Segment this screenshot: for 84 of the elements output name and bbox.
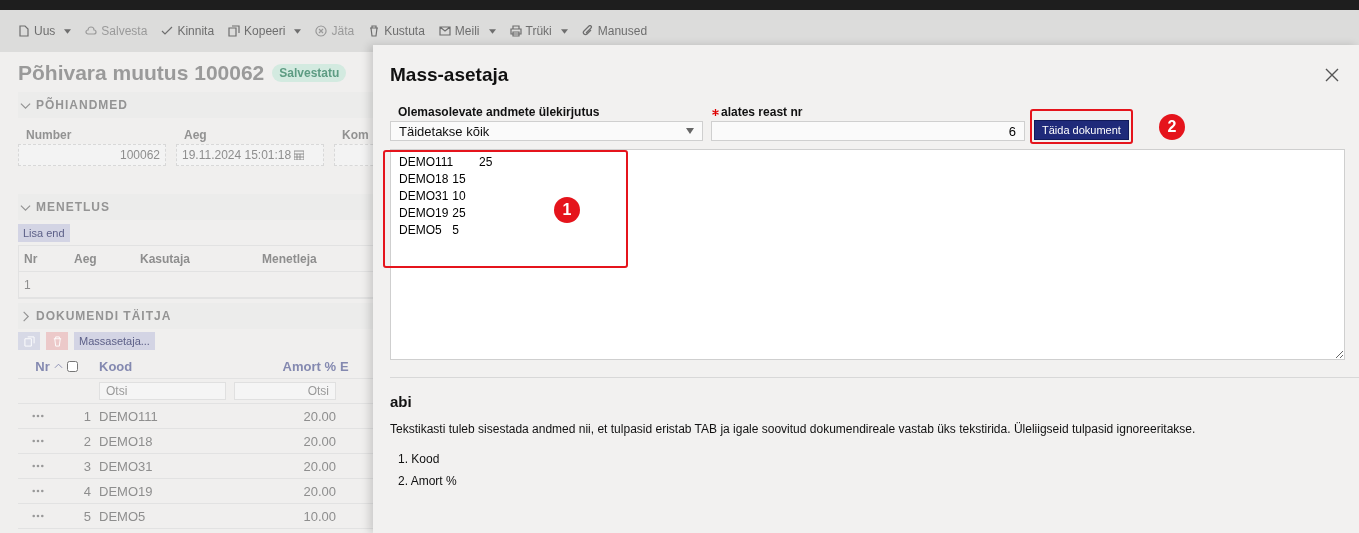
paperclip-icon [581, 25, 594, 37]
toolbar-button[interactable]: Kopeeri [226, 24, 304, 38]
dropdown-arrow-icon [686, 128, 694, 134]
copy-icon [228, 25, 241, 37]
field-label: Kom [341, 128, 370, 142]
row-number: 4 [83, 483, 91, 499]
date-field[interactable]: 19.11.2024 15:01:18 [176, 144, 324, 166]
field-label: alates reast nr [721, 105, 803, 119]
new-document-icon [18, 25, 30, 37]
column-header: Menetleja [261, 251, 318, 266]
table-cell-text: 20.00 [302, 483, 337, 499]
trash-icon [51, 335, 63, 347]
table-cell-text: DEMO31 [98, 458, 154, 474]
column-header: Kasutaja [139, 251, 192, 266]
column-header: E [340, 358, 350, 374]
help-title: abi [390, 393, 412, 410]
row-number: 3 [83, 458, 91, 474]
list-item: 1. Kood [398, 452, 440, 466]
table-cell-text: 20.00 [302, 433, 337, 449]
check-icon [161, 25, 174, 37]
printer-icon [509, 25, 522, 37]
status-badge: Salvestatu [272, 64, 347, 82]
table-cell-text: 20.00 [302, 408, 337, 424]
toolbar-button[interactable]: Uus [16, 24, 74, 38]
mail-icon [438, 25, 451, 37]
section-title: PÕHIANDMED [36, 98, 128, 112]
column-header: Kood [98, 358, 134, 374]
toolbar-button[interactable]: Kinnita [159, 24, 217, 38]
more-icon[interactable] [32, 439, 44, 443]
caret-icon [560, 28, 568, 34]
toolbar-button[interactable]: Manused [579, 24, 650, 38]
row-number-input[interactable]: 6 [711, 121, 1025, 141]
table-cell-text: DEMO18 [98, 433, 154, 449]
column-header: Amort % [281, 358, 337, 374]
table-cell-text: 1 [23, 277, 32, 292]
table-cell-text: 20.00 [302, 458, 337, 474]
list-item: 2. Amort % [398, 474, 457, 488]
field-label: Aeg [183, 128, 208, 142]
help-text: Tekstikasti tuleb sisestada andmed nii, et tulpasid eristab TAB ja igale soovitud dokumendireale vastab üks tekstirida. Üleliigseid tulpasid ignoreeritakse. [390, 422, 1197, 436]
copy-icon [23, 335, 35, 347]
row-number: 1 [83, 408, 91, 424]
close-icon[interactable] [1325, 68, 1339, 82]
mass-paste-button[interactable]: Massasetaja... [74, 332, 155, 350]
toolbar-button[interactable]: Kustuta [366, 24, 427, 38]
dialog-title: Mass-asetaja [390, 64, 509, 86]
section-title: DOKUMENDI TÄITJA [36, 309, 172, 323]
trash-icon [368, 25, 381, 37]
fill-document-button[interactable]: Täida dokument [1034, 120, 1129, 140]
overwrite-select[interactable]: Täidetakse kõik [390, 121, 703, 141]
row-number: 5 [83, 508, 91, 524]
copy-button[interactable] [18, 332, 40, 350]
table-cell-text: DEMO111 [98, 408, 159, 424]
sort-icon[interactable] [53, 363, 63, 369]
cloud-icon [85, 25, 98, 37]
table-cell-text: DEMO5 [98, 508, 147, 524]
table-cell-text: DEMO19 [98, 483, 154, 499]
table-cell-text: 10.00 [302, 508, 337, 524]
delete-button[interactable] [46, 332, 68, 350]
caret-icon [294, 28, 302, 34]
step-badge: 2 [1159, 114, 1185, 140]
more-icon[interactable] [32, 414, 44, 418]
toolbar-button[interactable]: Meili [436, 24, 498, 38]
cancel-icon [315, 25, 328, 37]
more-icon[interactable] [32, 489, 44, 493]
column-header: Nr [23, 251, 39, 266]
add-button[interactable]: Lisa end [18, 224, 70, 242]
document-title: Põhivara muutus 100062 [18, 61, 265, 85]
more-icon[interactable] [32, 514, 44, 518]
column-header: Nr [35, 358, 50, 374]
search-field[interactable]: Otsi [234, 382, 336, 400]
column-header: Aeg [73, 251, 98, 266]
field-label: Number [25, 128, 73, 142]
search-field[interactable]: Otsi [99, 382, 226, 400]
caret-icon [488, 28, 496, 34]
more-icon[interactable] [32, 464, 44, 468]
section-title: MENETLUS [36, 200, 110, 214]
checkbox[interactable] [66, 360, 78, 372]
toolbar-button[interactable]: Trüki [507, 24, 570, 38]
field-label: Olemasolevate andmete ülekirjutus [397, 105, 601, 119]
caret-icon [64, 28, 72, 34]
calendar-icon [294, 150, 305, 160]
input-field[interactable]: 100062 [18, 144, 166, 166]
row-number: 2 [83, 433, 91, 449]
chevron-icon [20, 310, 31, 322]
